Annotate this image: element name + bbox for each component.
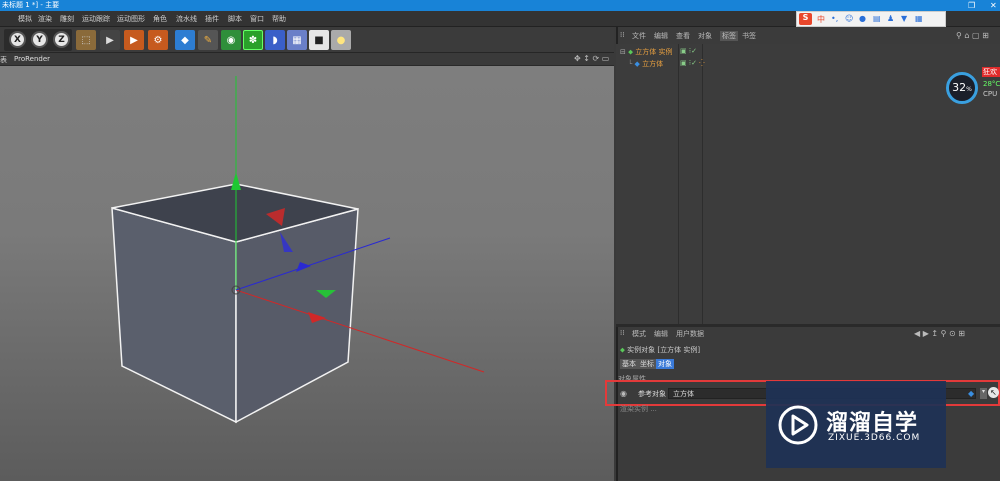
am-menu-mode[interactable]: 模式 <box>632 329 646 339</box>
main-toolbar: X Y Z ⬚ ▶ ▶ ⚙ ◆ ✎ ◉ ✽ ◗ ▦ ■ ● <box>0 27 614 53</box>
watermark-overlay: 溜溜自学 ZIXUE.3D66.COM <box>766 381 946 468</box>
sogou-logo[interactable]: S <box>799 13 812 25</box>
y-axis-lock-button[interactable]: Y <box>31 31 48 48</box>
am-object-title-text: 实例对象 [立方体 实例] <box>627 346 701 354</box>
tree-row-instance[interactable]: ⊟ ⬥ 立方体 实例 <box>620 47 672 57</box>
cube-link-icon: ◆ <box>968 389 975 398</box>
cube-face-left[interactable] <box>111 206 237 424</box>
user-icon[interactable]: ♟ <box>887 14 894 23</box>
promo-badge[interactable]: 狂欢 <box>982 67 1000 77</box>
menu-mograph[interactable]: 运动图形 <box>117 14 145 24</box>
om-menu-file[interactable]: 文件 <box>632 31 646 41</box>
panel-divider[interactable] <box>616 324 1000 327</box>
pen-icon[interactable]: ✎ <box>198 30 218 50</box>
menu-render[interactable]: 渲染 <box>38 14 52 24</box>
tree-column-divider <box>678 44 679 324</box>
menu-help[interactable]: 帮助 <box>272 14 286 24</box>
ime-punct[interactable]: •, <box>831 14 838 23</box>
smile-icon[interactable]: ☺ <box>845 14 853 23</box>
cube-icon[interactable]: ◆ <box>175 30 195 50</box>
tree-expand-icon[interactable]: ⊟ <box>620 48 626 56</box>
menu-character[interactable]: 角色 <box>153 14 167 24</box>
om-nav-icons[interactable]: ⚲ ⌂ ▢ ⊞ <box>956 31 989 40</box>
render-instances-row[interactable]: 渲染实例 ... <box>620 404 657 414</box>
subdivision-icon[interactable]: ◉ <box>221 30 241 50</box>
light-icon[interactable]: ● <box>331 30 351 50</box>
tab-basic[interactable]: 基本 <box>620 359 638 369</box>
tab-object[interactable]: 对象 <box>656 359 674 369</box>
instance-icon: ⬥ <box>628 48 634 56</box>
am-nav-icons[interactable]: ◀ ▶ ↥ ⚲ ⊙ ⊞ <box>914 329 965 338</box>
cube-object-icon: ◆ <box>634 60 640 68</box>
mic-icon[interactable]: ● <box>859 14 866 23</box>
menu-plugins[interactable]: 插件 <box>205 14 219 24</box>
y-axis-handle[interactable] <box>231 172 241 190</box>
cloner-icon[interactable]: ✽ <box>243 30 263 50</box>
cpu-label: CPU <box>983 90 998 98</box>
om-menu-bookmarks[interactable]: 书签 <box>742 31 756 41</box>
menu-window[interactable]: 窗口 <box>250 14 264 24</box>
render-picture-viewer-icon[interactable]: ▶ <box>124 30 144 50</box>
ime-toolbar: S 中 •, ☺ ● ▤ ♟ ▼ ▦ <box>796 11 946 27</box>
title-bar: 未标题 1 *] - 主要 ❐ ✕ <box>0 0 1000 11</box>
ref-dropdown-arrow[interactable]: ▾ <box>980 388 987 399</box>
floor-icon[interactable]: ▦ <box>287 30 307 50</box>
ref-pick-icon[interactable]: ↖ <box>988 387 999 398</box>
menu-sculpt[interactable]: 雕刻 <box>60 14 74 24</box>
am-menu-edit[interactable]: 编辑 <box>654 329 668 339</box>
camera-icon[interactable]: ■ <box>309 30 329 50</box>
menu-script[interactable]: 脚本 <box>228 14 242 24</box>
om-menu-view[interactable]: 查看 <box>676 31 690 41</box>
object-tree <box>616 44 1000 324</box>
om-menu-tags[interactable]: 标签 <box>720 31 738 41</box>
instance-icon: ⬥ <box>620 346 625 354</box>
am-object-title: ⬥ 实例对象 [立方体 实例] <box>620 345 700 355</box>
viewport-nav-icons[interactable]: ✥ ↕ ⟳ ▭ <box>574 54 609 63</box>
keyboard-icon[interactable]: ▤ <box>873 14 881 23</box>
cube-visibility-toggles[interactable]: ▣ ⁝✓ ⁛ <box>680 59 705 67</box>
cpu-percent-sign: % <box>966 86 972 93</box>
om-menu-handle-icon: ⁞⁞ <box>620 31 625 39</box>
menu-pipeline[interactable]: 流水线 <box>176 14 197 24</box>
window-title: 未标题 1 *] - 主要 <box>2 1 60 9</box>
cube-face-right[interactable] <box>235 208 359 424</box>
prorender-menu[interactable]: ProRender <box>14 55 50 63</box>
render-view-icon[interactable]: ▶ <box>100 30 120 50</box>
cpu-percent-value: 32 <box>952 81 967 94</box>
viewport-menu-display[interactable]: 表 <box>0 55 7 65</box>
menu-simulate[interactable]: 模拟 <box>18 14 32 24</box>
coordinate-system-icon[interactable]: ⬚ <box>76 30 96 50</box>
watermark-url: ZIXUE.3D66.COM <box>828 433 921 443</box>
menu-motion-tracking[interactable]: 运动跟踪 <box>82 14 110 24</box>
am-menu-handle-icon: ⁞⁞ <box>620 329 625 337</box>
play-logo-icon <box>778 405 818 445</box>
om-menu-objects[interactable]: 对象 <box>698 31 712 41</box>
x-axis-lock-button[interactable]: X <box>9 31 26 48</box>
grid-icon[interactable]: ▦ <box>915 14 923 23</box>
am-menu-user-data[interactable]: 用户数据 <box>676 329 704 339</box>
close-button[interactable]: ✕ <box>990 0 997 11</box>
instance-visibility-toggles[interactable]: ▣ ⁝✓ <box>680 47 697 55</box>
shirt-icon[interactable]: ▼ <box>901 14 907 23</box>
tree-row-cube[interactable]: └ ◆ 立方体 <box>628 59 663 69</box>
tab-coord[interactable]: 坐标 <box>638 359 656 369</box>
tree-branch-icon: └ <box>628 60 633 68</box>
om-menu-edit[interactable]: 编辑 <box>654 31 668 41</box>
cpu-usage-gauge[interactable]: 32% <box>946 72 978 104</box>
render-settings-icon[interactable]: ⚙ <box>148 30 168 50</box>
z-axis-lock-button[interactable]: Z <box>53 31 70 48</box>
ref-object-label: 参考对象 <box>638 390 666 398</box>
viewport-header: 表 ProRender ✥ ↕ ⟳ ▭ <box>0 53 614 66</box>
ime-lang[interactable]: 中 <box>817 14 825 25</box>
object-manager-menu: ⁞⁞ 文件 编辑 查看 对象 标签 书签 ⚲ ⌂ ▢ ⊞ <box>616 30 1000 42</box>
3d-viewport[interactable] <box>0 66 614 481</box>
tree-row-label[interactable]: 立方体 实例 <box>635 48 672 56</box>
deformer-icon[interactable]: ◗ <box>265 30 285 50</box>
animate-dot-icon[interactable]: ◉ <box>620 389 627 398</box>
cpu-temp: 28°C <box>983 80 1000 88</box>
restore-button[interactable]: ❐ <box>968 0 975 11</box>
tree-row-label[interactable]: 立方体 <box>642 60 663 68</box>
tree-column-divider <box>702 44 703 324</box>
